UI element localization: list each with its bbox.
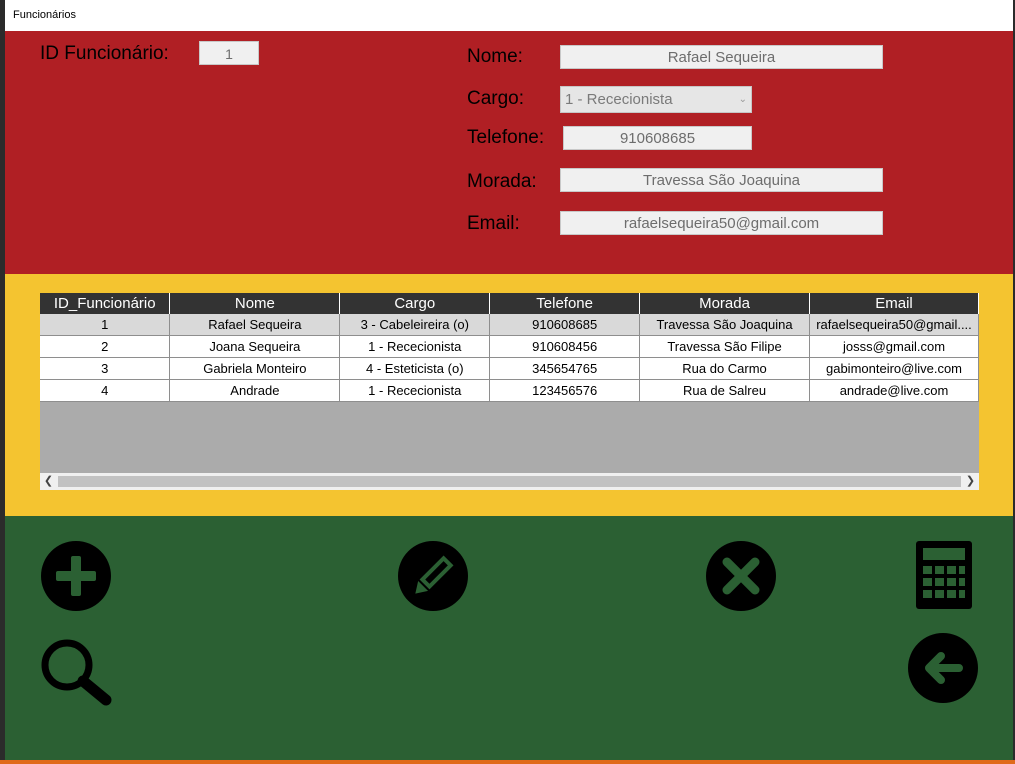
table-cell[interactable]: Rafael Sequeira	[169, 314, 341, 336]
title-bar: Funcionários	[5, 0, 1013, 31]
grid-column-header[interactable]: Cargo	[339, 293, 491, 314]
grid-column-header[interactable]: Email	[809, 293, 979, 314]
table-row[interactable]: 3 Gabriela Monteiro 4 - Esteticista (o) 345…	[40, 357, 979, 380]
table-cell[interactable]: 345654765	[489, 357, 641, 380]
table-cell[interactable]: 3	[40, 357, 171, 380]
id-field[interactable]: 1	[199, 41, 259, 65]
cargo-select[interactable]: 1 - Rececionista ⌄	[560, 86, 752, 113]
edit-button[interactable]	[397, 540, 469, 612]
grid-column-header[interactable]: Nome	[169, 293, 341, 314]
table-cell[interactable]: andrade@live.com	[809, 379, 979, 402]
scroll-left-icon[interactable]: ❮	[40, 473, 57, 490]
table-cell[interactable]: Travessa São Joaquina	[639, 314, 810, 336]
scroll-right-icon[interactable]: ❯	[962, 473, 979, 490]
table-cell[interactable]: 1 - Rececionista	[339, 379, 491, 402]
table-cell[interactable]: 4	[40, 379, 171, 402]
actions-panel	[5, 516, 1013, 760]
morada-label: Morada:	[467, 171, 537, 192]
nome-label: Nome:	[467, 46, 523, 67]
window-bottom-edge	[0, 760, 1015, 764]
nome-field[interactable]: Rafael Sequeira	[560, 45, 883, 69]
employee-form-panel: ID Funcionário: 1 Nome: Rafael Sequeira …	[5, 31, 1013, 274]
table-cell[interactable]: 4 - Esteticista (o)	[339, 357, 491, 380]
table-cell[interactable]: Andrade	[169, 379, 341, 402]
table-cell[interactable]: Travessa São Filipe	[639, 335, 810, 358]
employees-window: Funcionários ID Funcionário: 1 Nome: Raf…	[5, 0, 1013, 760]
table-cell[interactable]: 1 - Rececionista	[339, 335, 491, 358]
grid-column-header[interactable]: Morada	[639, 293, 810, 314]
table-cell[interactable]: 3 - Cabeleireira (o)	[339, 314, 491, 336]
employees-table: ID_Funcionário Nome Cargo Telefone Morada Ema…	[40, 293, 979, 402]
table-cell[interactable]: 1	[40, 314, 171, 336]
email-label: Email:	[467, 213, 520, 234]
id-label: ID Funcionário:	[40, 43, 169, 64]
table-cell[interactable]: Rua do Carmo	[639, 357, 810, 380]
calculator-button[interactable]	[915, 540, 973, 610]
table-cell[interactable]: 2	[40, 335, 171, 358]
delete-button[interactable]	[705, 540, 777, 612]
table-cell[interactable]: 123456576	[489, 379, 641, 402]
table-cell[interactable]: rafaelsequeira50@gmail....	[809, 314, 979, 336]
chevron-down-icon: ⌄	[738, 94, 747, 105]
back-button[interactable]	[907, 632, 979, 704]
cargo-label: Cargo:	[467, 88, 525, 109]
table-cell[interactable]: Gabriela Monteiro	[169, 357, 341, 380]
telefone-field[interactable]: 910608685	[563, 126, 752, 150]
table-row[interactable]: 1 Rafael Sequeira 3 - Cabeleireira (o) 9106…	[40, 314, 979, 336]
add-button[interactable]	[40, 540, 112, 612]
telefone-label: Telefone:	[467, 127, 545, 148]
grid-column-header[interactable]: Telefone	[489, 293, 641, 314]
table-cell[interactable]: 910608685	[489, 314, 641, 336]
window-title: Funcionários	[13, 9, 76, 21]
search-button[interactable]	[40, 638, 114, 706]
cargo-select-value: 1 - Rececionista	[565, 91, 673, 108]
grid-column-header[interactable]: ID_Funcionário	[40, 293, 171, 314]
horizontal-scrollbar[interactable]: ❮ ❯	[40, 473, 979, 490]
email-field[interactable]: rafaelsequeira50@gmail.com	[560, 211, 883, 235]
table-row[interactable]: 2 Joana Sequeira 1 - Rececionista 910608456…	[40, 335, 979, 358]
table-cell[interactable]: gabimonteiro@live.com	[809, 357, 979, 380]
table-cell[interactable]: 910608456	[489, 335, 641, 358]
table-cell[interactable]: josss@gmail.com	[809, 335, 979, 358]
grid-header-row: ID_Funcionário Nome Cargo Telefone Morada Ema…	[40, 293, 979, 314]
table-cell[interactable]: Rua de Salreu	[639, 379, 810, 402]
table-row[interactable]: 4 Andrade 1 - Rececionista 123456576 Rua de …	[40, 379, 979, 402]
table-cell[interactable]: Joana Sequeira	[169, 335, 341, 358]
grid-panel: ID_Funcionário Nome Cargo Telefone Morada Ema…	[5, 274, 1013, 516]
morada-field[interactable]: Travessa São Joaquina	[560, 168, 883, 192]
scrollbar-thumb[interactable]	[58, 476, 961, 487]
employees-grid[interactable]: ID_Funcionário Nome Cargo Telefone Morada Ema…	[40, 293, 979, 490]
